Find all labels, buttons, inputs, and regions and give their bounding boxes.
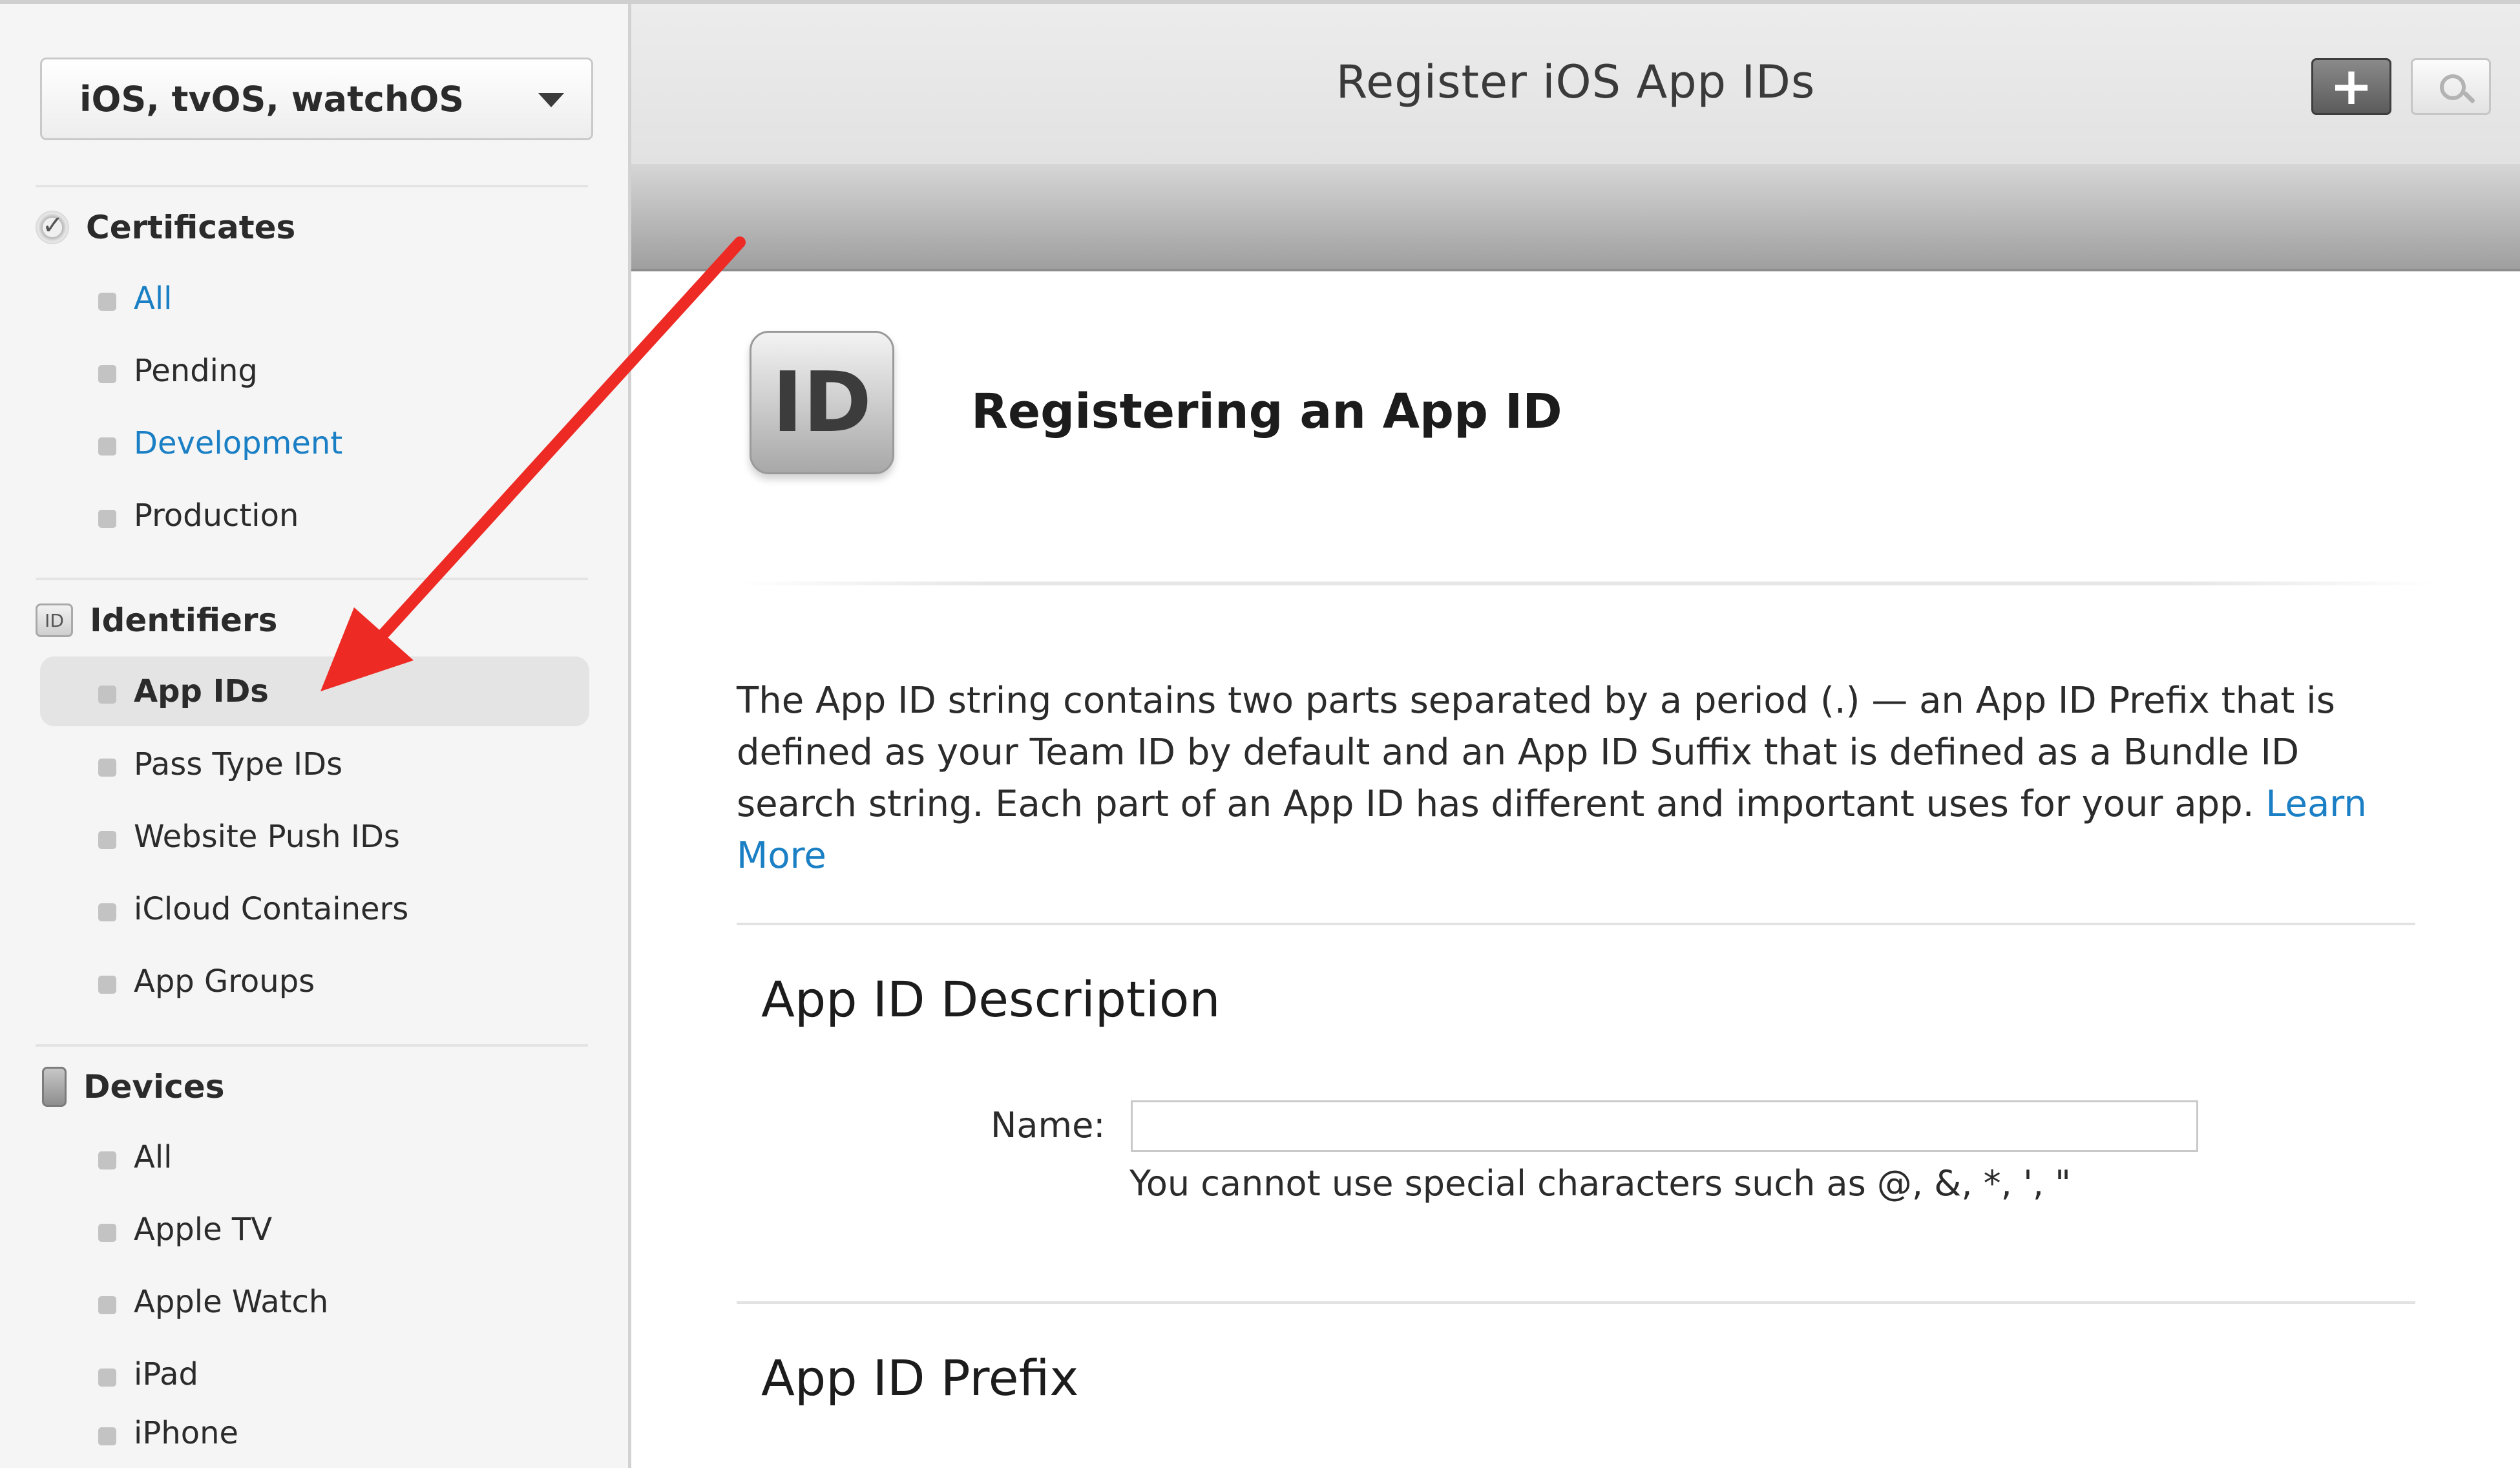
sidebar-item-iphone[interactable]: iPhone bbox=[40, 1398, 589, 1468]
app-id-badge-icon: ID bbox=[750, 331, 894, 474]
add-button[interactable]: + bbox=[2311, 58, 2391, 115]
page-title: Register iOS App IDs bbox=[1336, 56, 1816, 109]
bullet-icon bbox=[98, 1296, 116, 1314]
sidebar-item-label: Apple TV bbox=[134, 1211, 273, 1248]
chevron-down-icon bbox=[538, 93, 564, 107]
search-icon-handle bbox=[2462, 90, 2476, 104]
sidebar-item-certificates-development[interactable]: Development bbox=[40, 408, 589, 478]
intro-paragraph: The App ID string contains two parts sep… bbox=[737, 675, 2417, 882]
bullet-icon bbox=[98, 1224, 116, 1242]
bullet-icon bbox=[98, 1427, 116, 1445]
bullet-icon bbox=[98, 759, 116, 777]
name-label: Name: bbox=[991, 1105, 1106, 1146]
bullet-icon bbox=[98, 976, 116, 994]
bullet-icon bbox=[98, 437, 116, 456]
sidebar-item-label: Apple Watch bbox=[134, 1284, 329, 1320]
section-identifiers: ID Identifiers bbox=[36, 597, 277, 644]
sidebar-item-devices-all[interactable]: All bbox=[40, 1122, 589, 1192]
id-icon: ID bbox=[36, 603, 73, 637]
sidebar-item-website-push-ids[interactable]: Website Push IDs bbox=[40, 802, 589, 872]
sidebar-divider bbox=[36, 1044, 588, 1047]
intro-text: The App ID string contains two parts sep… bbox=[737, 680, 2335, 825]
content-divider bbox=[737, 1301, 2415, 1304]
app-id-prefix-title: App ID Prefix bbox=[761, 1349, 1079, 1407]
section-identifiers-label: Identifiers bbox=[90, 602, 278, 639]
bullet-icon bbox=[98, 1151, 116, 1169]
search-button[interactable] bbox=[2411, 58, 2491, 115]
section-certificates: Certificates bbox=[36, 204, 295, 251]
bullet-icon bbox=[98, 686, 116, 704]
sidebar-item-app-ids[interactable]: App IDs bbox=[40, 656, 589, 726]
section-devices-label: Devices bbox=[83, 1068, 225, 1106]
sidebar-item-label: iCloud Containers bbox=[134, 891, 409, 927]
sidebar-item-label: App Groups bbox=[134, 963, 315, 1000]
sidebar-item-pass-type-ids[interactable]: Pass Type IDs bbox=[40, 729, 589, 799]
sidebar-item-certificates-production[interactable]: Production bbox=[40, 481, 589, 550]
sidebar-item-icloud-containers[interactable]: iCloud Containers bbox=[40, 874, 589, 944]
sidebar-item-label: All bbox=[134, 1139, 173, 1175]
section-heading: Registering an App ID bbox=[971, 384, 1562, 439]
heading-divider bbox=[737, 582, 2436, 585]
name-input[interactable] bbox=[1131, 1100, 2198, 1152]
bullet-icon bbox=[98, 903, 116, 921]
sidebar-item-label: Pass Type IDs bbox=[134, 746, 343, 782]
content-divider bbox=[737, 923, 2415, 925]
sidebar-divider bbox=[36, 185, 588, 187]
search-icon bbox=[2440, 74, 2466, 100]
sidebar-item-apple-tv[interactable]: Apple TV bbox=[40, 1195, 589, 1264]
sidebar-item-label: Website Push IDs bbox=[134, 819, 400, 855]
sidebar-item-apple-watch[interactable]: Apple Watch bbox=[40, 1267, 589, 1337]
sidebar-item-label: iPhone bbox=[134, 1415, 239, 1451]
sidebar-item-app-groups[interactable]: App Groups bbox=[40, 947, 589, 1016]
toolbar-band bbox=[631, 164, 2520, 271]
bullet-icon bbox=[98, 365, 116, 383]
section-certificates-label: Certificates bbox=[86, 209, 296, 246]
sidebar-item-label: App IDs bbox=[134, 673, 269, 709]
sidebar-item-label: iPad bbox=[134, 1356, 199, 1392]
sidebar-item-certificates-pending[interactable]: Pending bbox=[40, 336, 589, 406]
sidebar-item-label: Development bbox=[134, 425, 343, 461]
device-icon bbox=[42, 1067, 67, 1107]
bullet-icon bbox=[98, 831, 116, 849]
platform-select-value: iOS, tvOS, watchOS bbox=[79, 78, 465, 120]
sidebar-item-certificates-all[interactable]: All bbox=[40, 264, 589, 333]
platform-select[interactable]: iOS, tvOS, watchOS bbox=[40, 58, 593, 140]
sidebar-divider bbox=[36, 578, 588, 580]
bullet-icon bbox=[98, 293, 116, 311]
sidebar-item-label: All bbox=[134, 280, 173, 317]
bullet-icon bbox=[98, 1368, 116, 1387]
app-id-description-title: App ID Description bbox=[761, 970, 1221, 1028]
name-hint: You cannot use special characters such a… bbox=[1129, 1163, 2071, 1204]
plus-icon: + bbox=[2329, 56, 2373, 116]
certificate-icon bbox=[36, 211, 69, 244]
bullet-icon bbox=[98, 510, 116, 528]
sidebar: iOS, tvOS, watchOS Certificates All Pend… bbox=[0, 4, 631, 1468]
sidebar-item-label: Production bbox=[134, 498, 299, 534]
sidebar-item-label: Pending bbox=[134, 353, 258, 389]
section-devices: Devices bbox=[36, 1064, 224, 1110]
page-header: Register iOS App IDs + bbox=[631, 4, 2520, 164]
